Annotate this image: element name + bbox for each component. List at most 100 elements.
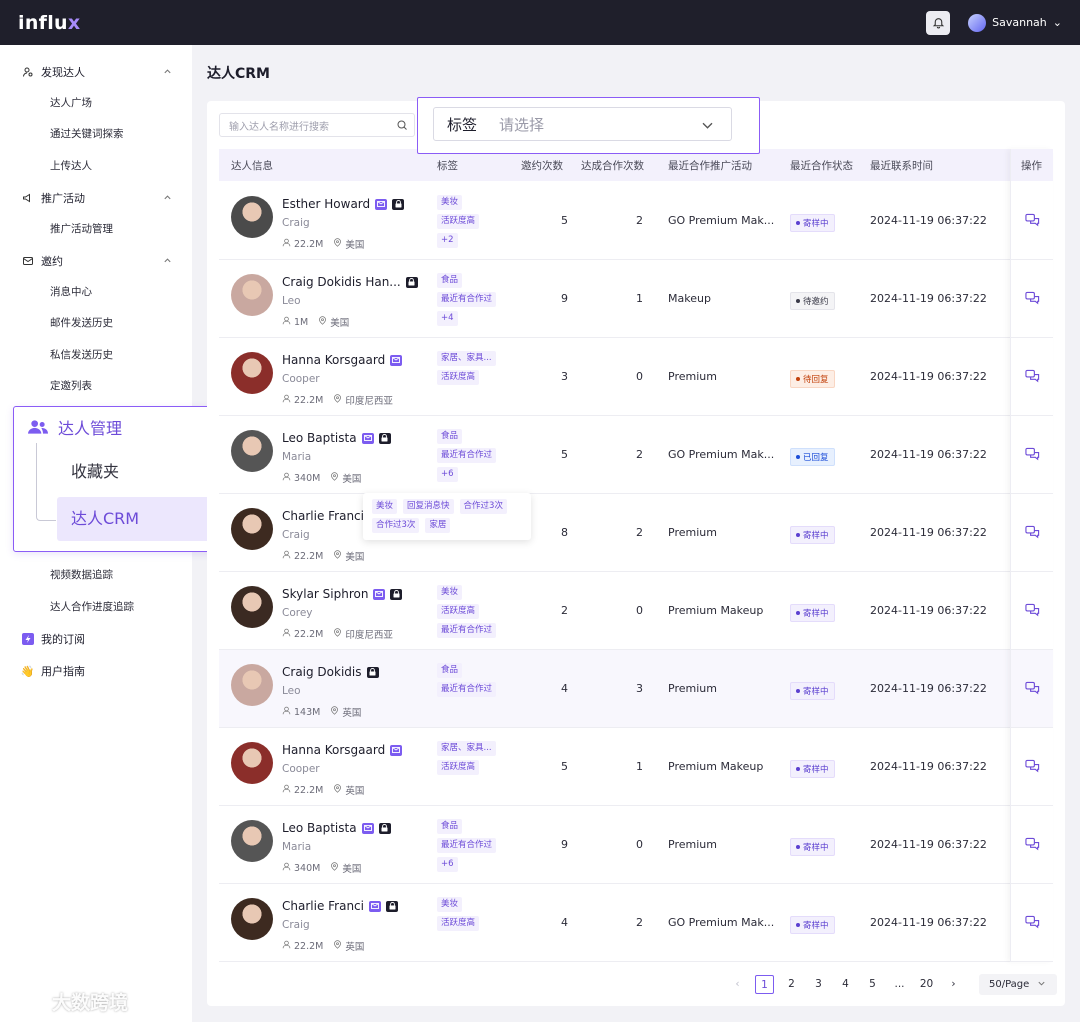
tag-chip[interactable]: +6 <box>437 467 458 482</box>
influencer-name[interactable]: Skylar Siphron <box>282 587 403 601</box>
tag-filter-highlight: 标签 请选择 <box>417 97 760 154</box>
invite-count: 5 <box>561 214 568 227</box>
influencer-handle: Craig <box>282 217 310 229</box>
sidebar-item-upload[interactable]: 上传达人 <box>50 158 92 174</box>
avatar[interactable] <box>231 274 273 316</box>
avatar[interactable] <box>231 820 273 862</box>
deal-count: 0 <box>636 370 643 383</box>
page-button[interactable]: 3 <box>809 975 828 994</box>
tag-chip: 最近有合作过 <box>437 682 497 697</box>
nav-group-influencer-manage[interactable]: 达人管理 <box>28 415 122 439</box>
sidebar-item-influencer-square[interactable]: 达人广场 <box>50 95 92 111</box>
avatar[interactable] <box>231 508 273 550</box>
table-row[interactable]: Craig Dokidis Han... Leo 1M 美国 食品 最近有合作过 +… <box>219 260 1053 338</box>
avatar[interactable] <box>231 742 273 784</box>
followers-icon <box>282 550 291 562</box>
prev-page-button[interactable]: ‹ <box>728 975 747 994</box>
follower-count: 22.2M <box>294 394 324 406</box>
nav-group-discover[interactable]: 发现达人 <box>0 62 192 82</box>
influencer-name[interactable]: Leo Baptista <box>282 431 391 445</box>
nav-item-subscription[interactable]: 我的订阅 <box>0 629 192 649</box>
sidebar-item-email-history[interactable]: 邮件发送历史 <box>50 315 113 331</box>
user-menu[interactable]: Savannah ⌄ <box>968 13 1062 32</box>
tag-chip[interactable]: +2 <box>437 233 458 248</box>
sidebar-item-invite-list[interactable]: 定邀列表 <box>50 378 92 394</box>
influencer-name-text: Leo Baptista <box>282 821 357 835</box>
table-row[interactable]: Hanna Korsgaard Cooper 22.2M 英国 家居、家具...… <box>219 728 1053 806</box>
app-logo[interactable]: influx <box>18 12 80 34</box>
nav-item-user-guide[interactable]: 👋 用户指南 <box>0 661 192 681</box>
page-button[interactable]: 4 <box>836 975 855 994</box>
country: 英国 <box>342 708 362 719</box>
table-row[interactable]: Charlie Franci Craig 22.2M 英国 美妆 活跃度高 4 2… <box>219 884 1053 962</box>
watermark: 大数跨境 <box>8 988 128 1015</box>
notification-bell-icon[interactable] <box>926 10 951 35</box>
watermark-text: 大数跨境 <box>52 992 129 1014</box>
status-badge: 已回复 <box>790 448 835 466</box>
tag-chip[interactable]: +4 <box>437 311 458 326</box>
sidebar-item-keyword-explore[interactable]: 通过关键词探索 <box>50 126 124 142</box>
influencer-name[interactable]: Leo Baptista <box>282 821 391 835</box>
table-row[interactable]: Skylar Siphron Corey 22.2M 印度尼西亚 美妆 活跃度高最… <box>219 572 1053 650</box>
location-pin-icon <box>333 394 342 406</box>
location-pin-icon <box>330 706 339 718</box>
chevron-up-icon <box>163 255 172 268</box>
sidebar-item-message-center[interactable]: 消息中心 <box>50 284 92 300</box>
chevron-down-icon <box>700 118 715 136</box>
influencer-name[interactable]: Charlie Franci <box>282 899 398 913</box>
nav-group-label: 推广活动 <box>41 192 85 205</box>
tag-chip: 活跃度高 <box>437 760 480 775</box>
next-page-button[interactable]: › <box>944 975 963 994</box>
sidebar-item-campaign-manage[interactable]: 推广活动管理 <box>50 221 113 237</box>
avatar[interactable] <box>231 664 273 706</box>
search-icon[interactable] <box>396 119 408 134</box>
table-row[interactable]: Leo Baptista Maria 340M 美国 食品 最近有合作过 +6 9 … <box>219 806 1053 884</box>
influencer-name[interactable]: Hanna Korsgaard <box>282 743 403 757</box>
country: 美国 <box>345 240 365 251</box>
influencer-name[interactable]: Craig Dokidis Han... <box>282 275 418 289</box>
location-pin-icon <box>333 550 342 562</box>
deal-count: 3 <box>636 682 643 695</box>
influencer-name[interactable]: Esther Howard <box>282 197 405 211</box>
avatar[interactable] <box>231 196 273 238</box>
table-row[interactable]: Charlie Franci Craig 22.2M 美国 8 2 Premiu… <box>219 494 1053 572</box>
recent-campaign: Premium <box>668 838 717 851</box>
influencer-handle: Maria <box>282 451 312 463</box>
tag-chip[interactable]: +6 <box>437 857 458 872</box>
page-button[interactable]: 20 <box>917 975 936 994</box>
table-row[interactable]: Leo Baptista Maria 340M 美国 食品 最近有合作过 +6 5 … <box>219 416 1053 494</box>
sidebar-item-progress-tracking[interactable]: 达人合作进度追踪 <box>50 599 134 615</box>
table-row[interactable]: Craig Dokidis Leo 143M 英国 食品 最近有合作过 4 3 P… <box>219 650 1053 728</box>
sidebar-item-video-tracking[interactable]: 视频数据追踪 <box>50 567 113 583</box>
follower-count: 22.2M <box>294 550 324 562</box>
table-row[interactable]: Hanna Korsgaard Cooper 22.2M 印度尼西亚 家居、家具… <box>219 338 1053 416</box>
tree-connector <box>36 443 56 521</box>
avatar[interactable] <box>231 586 273 628</box>
influencer-name[interactable]: Craig Dokidis <box>282 665 379 679</box>
page-button[interactable]: 5 <box>863 975 882 994</box>
influencer-meta: 22.2M 美国 <box>282 549 364 563</box>
avatar[interactable] <box>231 430 273 472</box>
last-contact-time: 2024-11-19 06:37:22 <box>870 682 987 695</box>
email-badge-icon <box>375 198 388 210</box>
tag-list: 食品 最近有合作过 +6 <box>437 819 497 872</box>
nav-group-invite[interactable]: 邀约 <box>0 251 192 271</box>
influencer-name[interactable]: Hanna Korsgaard <box>282 353 403 367</box>
tag-filter-select[interactable]: 标签 请选择 <box>433 107 732 141</box>
tag-chip: 活跃度高 <box>437 214 480 229</box>
col-status: 最近合作状态 <box>790 160 853 172</box>
avatar[interactable] <box>231 898 273 940</box>
page-ellipsis: ... <box>894 978 905 990</box>
search-input[interactable]: 输入达人名称进行搜索 <box>219 113 415 137</box>
page-size-select[interactable]: 50/Page <box>979 974 1057 995</box>
avatar[interactable] <box>231 352 273 394</box>
status-badge: 寄样中 <box>790 916 835 934</box>
page-button[interactable]: 1 <box>755 975 774 994</box>
influencer-name[interactable]: Charlie Franci <box>282 509 364 523</box>
recent-campaign: Premium Makeup <box>668 760 764 773</box>
sidebar-item-dm-history[interactable]: 私信发送历史 <box>50 347 113 363</box>
tag-chip: 美妆 <box>437 195 463 210</box>
nav-group-campaign[interactable]: 推广活动 <box>0 188 192 208</box>
page-button[interactable]: 2 <box>782 975 801 994</box>
table-row[interactable]: Esther Howard Craig 22.2M 美国 美妆 活跃度高 +2 5 … <box>219 182 1053 260</box>
